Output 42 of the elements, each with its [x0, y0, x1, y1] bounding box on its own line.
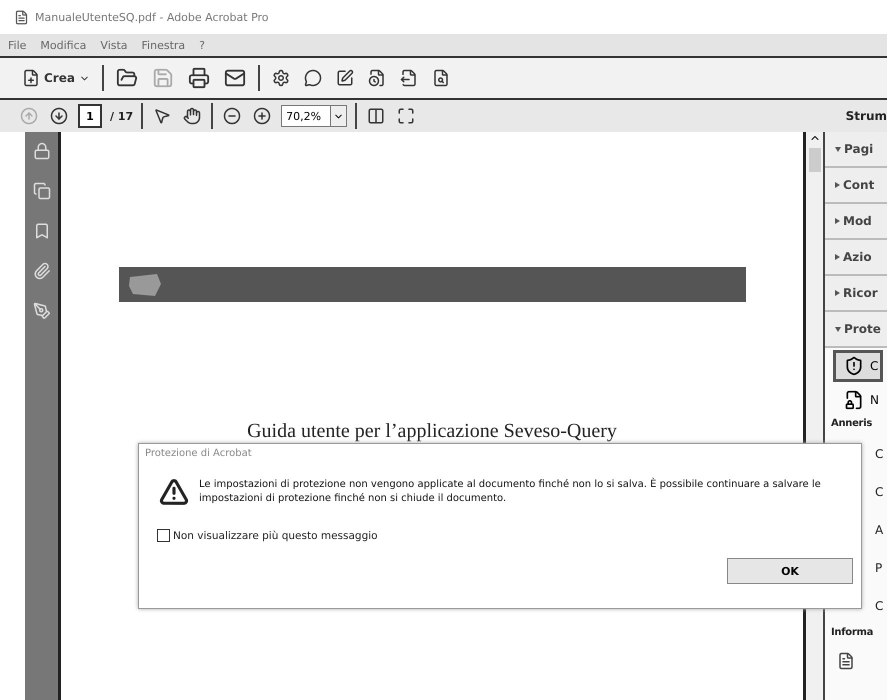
panel-section[interactable]: Cont [825, 168, 887, 204]
pages-icon[interactable] [32, 182, 50, 200]
document-lock-icon [844, 390, 864, 410]
tools-tab[interactable]: Strum [846, 109, 887, 123]
hand-icon[interactable] [181, 105, 204, 127]
signature-icon[interactable] [32, 302, 50, 320]
ok-button[interactable]: OK [727, 558, 853, 584]
comment-icon[interactable] [302, 67, 324, 89]
panel-section[interactable]: Prote [825, 312, 887, 348]
dialog-message: Le impostazioni di protezione non vengono applicate al documento finché non lo si salva. È possibile continuare a salvare le impostazioni di protezione finché non si chiude il documento. [199, 478, 822, 506]
menu-item[interactable]: Vista [100, 38, 128, 52]
window-title: ManualeUtenteSQ.pdf - Adobe Acrobat Pro [35, 10, 269, 24]
page-count: / 17 [110, 110, 134, 122]
warning-icon [159, 477, 189, 507]
next-page-icon[interactable] [48, 105, 70, 127]
section-heading: Informa [830, 626, 874, 640]
page-number-field[interactable]: 1 [78, 104, 102, 128]
paperclip-icon[interactable] [32, 262, 50, 280]
menu-item[interactable]: ? [199, 38, 206, 52]
acrobat-document-icon [14, 10, 29, 24]
dialog-title: Protezione di Acrobat [144, 447, 253, 461]
checkbox-label: Non visualizzare più questo messaggio [173, 530, 378, 542]
zoom-dropdown-button[interactable] [331, 105, 348, 127]
logo-icon [126, 272, 162, 298]
scrollbar-thumb[interactable] [808, 148, 820, 172]
menu-item[interactable]: Finestra [142, 38, 186, 52]
panel-section[interactable]: Mod [825, 204, 887, 240]
protection-tool[interactable]: N [833, 384, 883, 416]
lock-icon[interactable] [32, 142, 50, 160]
menu-item[interactable]: Modifica [40, 38, 86, 52]
shield-icon [844, 356, 864, 376]
zoom-field[interactable]: 70,2% [281, 105, 332, 127]
document-title: Guida utente per l’applicazione Seveso-Query [247, 420, 617, 443]
protection-tool[interactable]: C [833, 350, 883, 382]
checkbox[interactable] [157, 529, 170, 542]
panel-section[interactable]: Azio [825, 240, 887, 276]
panel-section[interactable]: Ricor [825, 276, 887, 312]
section-heading: Anneris [830, 417, 873, 431]
panel-section[interactable]: Pagi [825, 132, 887, 168]
document-plus-icon [22, 69, 40, 87]
create-button[interactable]: Crea [20, 67, 92, 89]
menu-item[interactable]: File [8, 38, 26, 52]
